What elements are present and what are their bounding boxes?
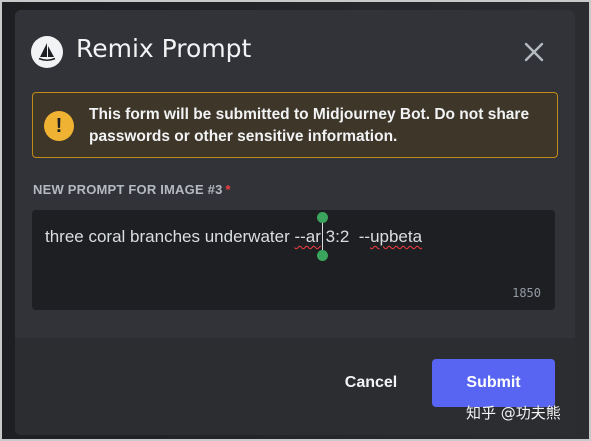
field-label-text: NEW PROMPT FOR IMAGE #3 [33,182,223,197]
bot-name: Midjourney Bot [312,106,426,123]
selection-handle-bottom[interactable] [317,250,328,261]
character-counter: 1850 [512,286,541,300]
submit-button[interactable]: Submit [432,359,555,407]
modal-title: Remix Prompt [76,34,252,63]
selection-handle-top[interactable] [317,212,328,223]
required-asterisk: * [225,182,231,197]
prompt-flag-ar: --ar [294,227,321,246]
close-icon[interactable] [520,38,548,66]
prompt-textarea[interactable]: three coral branches underwater --ar 3:2… [32,210,555,310]
prompt-field-label: NEW PROMPT FOR IMAGE #3 * [33,182,231,197]
remix-prompt-modal: Remix Prompt ! This form will be submitt… [15,10,575,435]
watermark-text: 知乎 @功夫熊 [466,404,561,422]
warning-text: This form will be submitted to Midjourne… [89,104,549,148]
exclamation-icon: ! [44,111,74,141]
prompt-text-part1: three coral branches underwater [45,227,295,246]
prompt-text-part2: 3:2 -- [320,227,371,246]
warning-prefix: This form will be submitted to [89,106,313,123]
cancel-button[interactable]: Cancel [325,360,417,406]
prompt-value[interactable]: three coral branches underwater --ar 3:2… [45,227,422,247]
modal-header: Remix Prompt [15,10,575,85]
warning-banner: ! This form will be submitted to Midjour… [32,92,558,158]
midjourney-sailboat-icon [31,36,63,68]
prompt-flag-upbeta: upbeta [370,227,423,246]
